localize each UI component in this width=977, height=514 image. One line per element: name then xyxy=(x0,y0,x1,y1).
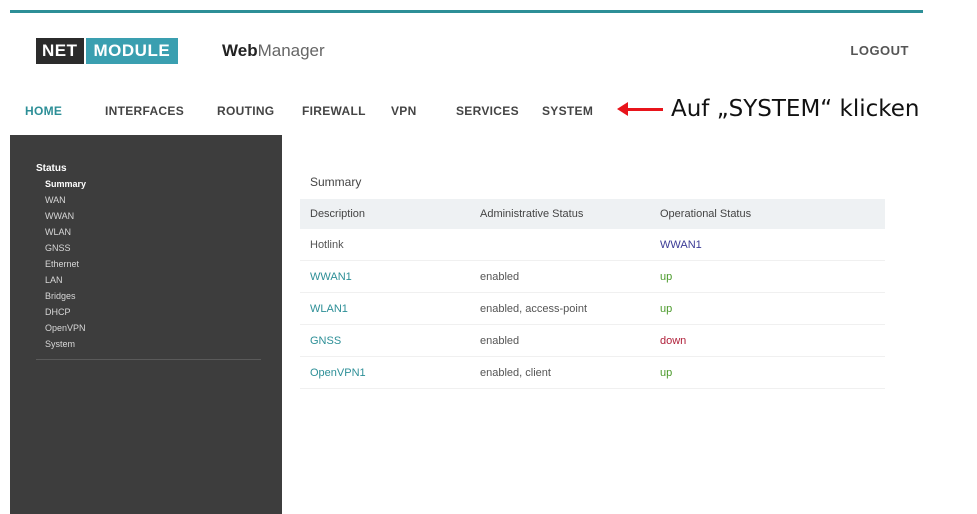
row-description-link[interactable]: WWAN1 xyxy=(300,260,470,293)
summary-title: Summary xyxy=(310,175,362,189)
sidebar-item-ethernet[interactable]: Ethernet xyxy=(45,259,79,269)
table-row: WWAN1 enabled up xyxy=(300,260,885,293)
table-row: WLAN1 enabled, access-point up xyxy=(300,292,885,325)
summary-table: Description Administrative Status Operat… xyxy=(300,199,885,389)
sidebar-item-wwan[interactable]: WWAN xyxy=(45,211,74,221)
row-description-link[interactable]: OpenVPN1 xyxy=(300,356,470,389)
table-row: GNSS enabled down xyxy=(300,324,885,357)
row-operational-status-link[interactable]: WWAN1 xyxy=(650,229,885,261)
nav-firewall[interactable]: FIREWALL xyxy=(302,104,366,118)
arrow-shaft xyxy=(625,108,663,111)
sidebar-item-gnss[interactable]: GNSS xyxy=(45,243,71,253)
row-admin-status xyxy=(470,229,650,261)
sidebar-item-system[interactable]: System xyxy=(45,339,75,349)
nav-routing[interactable]: ROUTING xyxy=(217,104,274,118)
row-operational-status: up xyxy=(650,356,885,389)
app-name: WebManager xyxy=(222,41,325,61)
sidebar-item-wlan[interactable]: WLAN xyxy=(45,227,71,237)
app-name-light: Manager xyxy=(257,41,325,60)
app-name-bold: Web xyxy=(222,41,258,60)
sidebar-divider xyxy=(36,359,261,360)
row-admin-status: enabled xyxy=(470,260,650,293)
logout-link[interactable]: LOGOUT xyxy=(850,43,909,58)
nav-vpn[interactable]: VPN xyxy=(391,104,417,118)
sidebar-item-wan[interactable]: WAN xyxy=(45,195,66,205)
column-header-operational-status: Operational Status xyxy=(660,208,752,220)
nav-system[interactable]: SYSTEM xyxy=(542,104,593,118)
instruction-annotation: Auf „SYSTEM“ klicken xyxy=(617,96,920,122)
logo-net-text: NET xyxy=(36,38,84,64)
main-nav: HOME INTERFACES ROUTING FIREWALL VPN SER… xyxy=(10,85,650,135)
sidebar-item-openvpn[interactable]: OpenVPN xyxy=(45,323,86,333)
row-admin-status: enabled xyxy=(470,324,650,357)
row-description-link[interactable]: GNSS xyxy=(300,324,470,357)
logo-module-text: MODULE xyxy=(85,38,179,64)
table-row: OpenVPN1 enabled, client up xyxy=(300,356,885,389)
header: NET MODULE WebManager LOGOUT xyxy=(10,13,923,85)
sidebar-item-bridges[interactable]: Bridges xyxy=(45,291,76,301)
column-header-description: Description xyxy=(310,208,366,220)
column-header-admin-status: Administrative Status xyxy=(480,208,584,220)
row-description: Hotlink xyxy=(300,229,470,261)
row-admin-status: enabled, access-point xyxy=(470,292,650,325)
row-operational-status: up xyxy=(650,260,885,293)
sidebar-item-dhcp[interactable]: DHCP xyxy=(45,307,71,317)
row-admin-status: enabled, client xyxy=(470,356,650,389)
sidebar-title: Status xyxy=(36,163,67,174)
table-row: Hotlink WWAN1 xyxy=(300,229,885,261)
sidebar-item-lan[interactable]: LAN xyxy=(45,275,63,285)
red-arrow-icon xyxy=(617,101,663,117)
table-header-row: Description Administrative Status Operat… xyxy=(300,199,885,229)
sidebar-item-summary[interactable]: Summary xyxy=(45,179,86,189)
netmodule-logo[interactable]: NET MODULE xyxy=(36,38,179,64)
instruction-text: Auf „SYSTEM“ klicken xyxy=(671,96,920,122)
sidebar: Status Summary WAN WWAN WLAN GNSS Ethern… xyxy=(10,135,282,514)
nav-home[interactable]: HOME xyxy=(25,104,62,118)
row-operational-status: down xyxy=(650,324,885,357)
summary-panel: Summary Description Administrative Statu… xyxy=(300,175,895,389)
nav-interfaces[interactable]: INTERFACES xyxy=(105,104,184,118)
nav-services[interactable]: SERVICES xyxy=(456,104,519,118)
row-operational-status: up xyxy=(650,292,885,325)
row-description-link[interactable]: WLAN1 xyxy=(300,292,470,325)
